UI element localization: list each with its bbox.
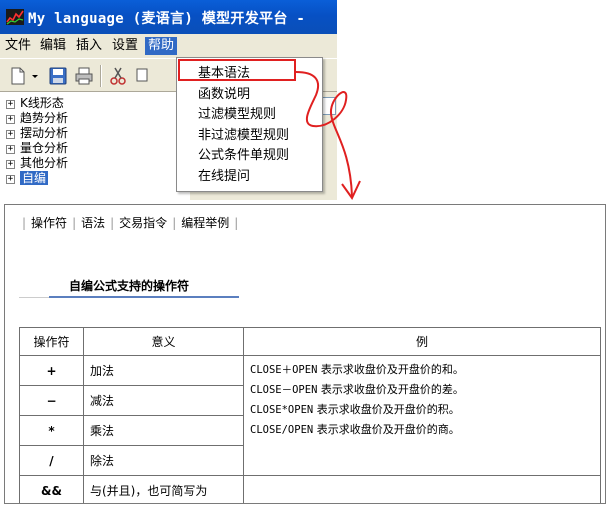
- tree-item-swing[interactable]: + 摆动分析: [6, 126, 68, 140]
- example-line: CLOSE*OPEN 表示求收盘价及开盘价的积。: [250, 403, 460, 416]
- table-header-row: 操作符 意义 例: [19, 327, 601, 356]
- dropdown-arrow-icon[interactable]: [30, 66, 40, 86]
- tree-item-custom[interactable]: + 自编: [6, 171, 49, 185]
- section-title: 自编公式支持的操作符: [69, 279, 190, 293]
- menu-item-online-question[interactable]: 在线提问: [198, 168, 250, 186]
- column-header-meaning: 意义: [83, 327, 244, 356]
- tab-separator: |: [172, 216, 177, 230]
- operator-symbol: &&: [19, 475, 84, 503]
- section-underline: [49, 296, 239, 298]
- operator-meaning: 乘法: [83, 415, 244, 446]
- tab-trade-commands[interactable]: 交易指令: [119, 216, 167, 230]
- tab-programming-examples[interactable]: 编程举例: [181, 216, 229, 230]
- tab-separator: |: [110, 216, 115, 230]
- toolbar-separator: [100, 65, 102, 87]
- menu-edit[interactable]: 编辑: [37, 37, 69, 55]
- menu-item-filter-model-rules[interactable]: 过滤模型规则: [198, 106, 276, 124]
- callout-highlight: [178, 59, 296, 81]
- tree-item-kline[interactable]: + K线形态: [6, 96, 64, 110]
- tab-separator: |: [22, 216, 27, 230]
- operator-meaning: 与(并且)，也可简写为: [83, 475, 244, 503]
- doc-tab-bar: | 操作符 | 语法 | 交易指令 | 编程举例 |: [17, 215, 243, 231]
- example-cell: CLOSE＋OPEN 表示求收盘价及开盘价的和。 CLOSE－OPEN 表示求收…: [243, 355, 601, 476]
- operator-table: 操作符 意义 例 + 加法 CLOSE＋OPEN 表示求收盘价及开盘价的和。 C…: [19, 327, 601, 503]
- new-file-icon[interactable]: [8, 66, 28, 86]
- column-header-example: 例: [243, 327, 601, 356]
- menu-file[interactable]: 文件: [2, 37, 34, 55]
- help-document: | 操作符 | 语法 | 交易指令 | 编程举例 | 自编公式支持的操作符 操作符 意义 例 +…: [4, 204, 606, 504]
- menu-bar: 文件 编辑 插入 设置 帮助: [0, 34, 337, 58]
- expand-icon[interactable]: +: [6, 175, 15, 184]
- example-line: CLOSE－OPEN 表示求收盘价及开盘价的差。: [250, 383, 464, 396]
- copy-icon[interactable]: [134, 66, 154, 86]
- operator-symbol: /: [19, 445, 84, 476]
- expand-icon[interactable]: +: [6, 130, 15, 139]
- tree-item-volume[interactable]: + 量仓分析: [6, 141, 68, 155]
- menu-item-formula-order-rules[interactable]: 公式条件单规则: [198, 147, 289, 165]
- operator-meaning: 除法: [83, 445, 244, 476]
- expand-icon[interactable]: +: [6, 100, 15, 109]
- tab-syntax[interactable]: 语法: [81, 216, 105, 230]
- menu-help[interactable]: 帮助: [145, 37, 178, 55]
- expand-icon[interactable]: +: [6, 160, 15, 169]
- menu-item-function-reference[interactable]: 函数说明: [198, 86, 250, 104]
- expand-icon[interactable]: +: [6, 115, 15, 124]
- table-row: && 与(并且)，也可简写为: [19, 475, 601, 503]
- table-row: + 加法 CLOSE＋OPEN 表示求收盘价及开盘价的和。 CLOSE－OPEN…: [19, 355, 601, 476]
- print-icon[interactable]: [74, 66, 94, 86]
- operator-meaning: 减法: [83, 385, 244, 416]
- menu-settings[interactable]: 设置: [109, 37, 141, 55]
- cut-icon[interactable]: [108, 66, 128, 86]
- save-icon[interactable]: [48, 66, 68, 86]
- example-line: CLOSE/OPEN 表示求收盘价及开盘价的商。: [250, 423, 460, 436]
- example-line: CLOSE＋OPEN 表示求收盘价及开盘价的和。: [250, 363, 464, 376]
- section-divider: [19, 297, 49, 298]
- app-logo-icon: [6, 9, 24, 25]
- expand-icon[interactable]: +: [6, 145, 15, 154]
- title-bar: My language (麦语言) 模型开发平台 -: [0, 0, 337, 34]
- operator-symbol: +: [19, 355, 84, 386]
- column-header-operator: 操作符: [19, 327, 84, 356]
- tab-separator: |: [234, 216, 239, 230]
- formula-tree: + K线形态 + 趋势分析 + 摆动分析 + 量仓分析 + 其他分析 + 自编: [0, 92, 190, 200]
- window-title: My language (麦语言) 模型开发平台 -: [28, 11, 306, 27]
- menu-insert[interactable]: 插入: [73, 37, 105, 55]
- menu-item-nonfilter-model-rules[interactable]: 非过滤模型规则: [198, 127, 289, 145]
- tab-separator: |: [72, 216, 77, 230]
- tab-operators[interactable]: 操作符: [31, 216, 67, 230]
- tree-item-other[interactable]: + 其他分析: [6, 156, 68, 170]
- operator-symbol: *: [19, 415, 84, 446]
- operator-meaning: 加法: [83, 355, 244, 386]
- operator-symbol: −: [19, 385, 84, 416]
- example-cell: [243, 475, 601, 503]
- tree-item-trend[interactable]: + 趋势分析: [6, 111, 68, 125]
